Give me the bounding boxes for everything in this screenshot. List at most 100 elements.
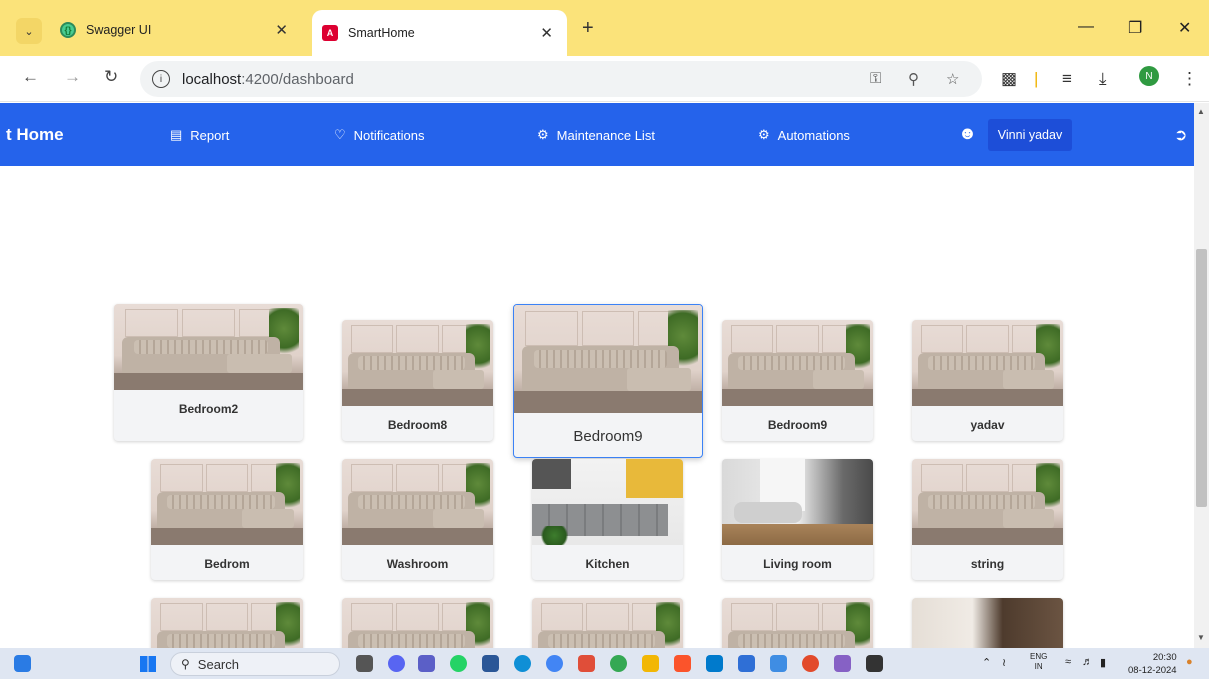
kebab-menu-icon[interactable]: ⋮ bbox=[1181, 69, 1198, 89]
windows-start-icon[interactable] bbox=[140, 656, 156, 672]
store-icon[interactable] bbox=[482, 655, 499, 672]
download-icon[interactable]: ⤓ bbox=[1099, 69, 1107, 89]
chrome-profile-icon[interactable] bbox=[546, 655, 563, 672]
room-image bbox=[151, 459, 303, 545]
room-card[interactable] bbox=[912, 598, 1063, 648]
scroll-up-icon[interactable]: ▲ bbox=[1197, 107, 1205, 116]
bookmark-star-icon[interactable]: ☆ bbox=[946, 70, 959, 88]
zoom-icon[interactable]: ⚲ bbox=[908, 70, 919, 88]
address-bar[interactable]: i localhost:4200/dashboard ⚿ ⚲ ☆ bbox=[140, 61, 982, 97]
logout-icon[interactable]: ➲ bbox=[1174, 125, 1187, 145]
battery-icon[interactable]: ▮ bbox=[1100, 656, 1106, 669]
tab-swagger[interactable]: {} Swagger UI ✕ bbox=[52, 12, 302, 48]
restore-icon[interactable]: ❐ bbox=[1128, 18, 1142, 38]
bell-icon: ♡ bbox=[334, 127, 346, 142]
tab-search-chevron-icon[interactable]: ⌄ bbox=[16, 18, 42, 44]
room-card[interactable] bbox=[532, 598, 683, 648]
photos-icon[interactable] bbox=[770, 655, 787, 672]
room-label: Bedroom2 bbox=[178, 402, 239, 416]
profile-avatar[interactable]: N bbox=[1139, 66, 1159, 86]
visual-studio-icon[interactable] bbox=[834, 655, 851, 672]
vscode-icon[interactable] bbox=[706, 655, 723, 672]
user-icon: ☻ bbox=[958, 123, 977, 143]
close-tab-icon[interactable]: ✕ bbox=[540, 24, 553, 42]
room-card[interactable] bbox=[151, 598, 303, 648]
room-label: Bedroom8 bbox=[387, 418, 448, 432]
dashboard-content: Bedroom2 Bedroom8 Bedroom9 Bedroom9 yada… bbox=[0, 166, 1194, 648]
app-icon[interactable] bbox=[578, 655, 595, 672]
wrench-icon: ⚙ bbox=[537, 127, 549, 142]
search-icon: ⚲ bbox=[181, 657, 190, 671]
nav-report[interactable]: ▤ Report bbox=[170, 127, 229, 143]
edge-icon[interactable] bbox=[514, 655, 531, 672]
task-view-icon[interactable] bbox=[356, 655, 373, 672]
room-label: Washroom bbox=[386, 557, 449, 571]
room-card[interactable]: Bedroom9 bbox=[722, 320, 873, 441]
angular-icon: A bbox=[322, 25, 338, 41]
nav-maintenance-list[interactable]: ⚙ Maintenance List bbox=[537, 127, 655, 143]
close-window-icon[interactable]: ✕ bbox=[1178, 18, 1191, 38]
teams-icon[interactable] bbox=[418, 655, 435, 672]
taskbar-clock[interactable]: 20:30 08-12-2024 bbox=[1128, 651, 1177, 677]
scroll-down-icon[interactable]: ▼ bbox=[1197, 633, 1205, 642]
chevron-up-icon[interactable]: ⌃ bbox=[982, 656, 991, 669]
reading-list-icon[interactable]: ≡ bbox=[1062, 69, 1072, 89]
room-image bbox=[722, 459, 873, 545]
close-tab-icon[interactable]: ✕ bbox=[275, 21, 288, 39]
room-card[interactable] bbox=[722, 598, 873, 648]
url-text: localhost:4200/dashboard bbox=[182, 70, 354, 88]
app-icon[interactable] bbox=[738, 655, 755, 672]
room-card[interactable]: Living room bbox=[722, 459, 873, 580]
brave-icon[interactable] bbox=[674, 655, 691, 672]
room-card[interactable]: Washroom bbox=[342, 459, 493, 580]
room-card-selected[interactable]: Bedroom9 bbox=[513, 304, 703, 458]
room-card[interactable]: Bedrom bbox=[151, 459, 303, 580]
new-tab-plus-icon[interactable]: + bbox=[582, 17, 594, 40]
tab-smarthome[interactable]: A SmartHome ✕ bbox=[312, 10, 567, 56]
extensions-icon[interactable]: ▩ bbox=[1001, 69, 1017, 89]
whatsapp-icon[interactable] bbox=[450, 655, 467, 672]
room-label: Bedrom bbox=[204, 557, 250, 571]
nav-notifications[interactable]: ♡ Notifications bbox=[334, 127, 424, 143]
volume-icon[interactable]: ♬ bbox=[1082, 656, 1093, 668]
forward-arrow-icon[interactable]: → bbox=[64, 67, 81, 87]
room-card[interactable]: yadav bbox=[912, 320, 1063, 441]
room-image bbox=[114, 304, 303, 390]
user-name-button[interactable]: Vinni yadav bbox=[988, 119, 1072, 151]
room-card[interactable]: Bedroom8 bbox=[342, 320, 493, 441]
room-image bbox=[912, 598, 1063, 648]
copilot-icon[interactable]: ≀ bbox=[1002, 656, 1006, 669]
key-icon[interactable]: ⚿ bbox=[870, 70, 881, 87]
room-card[interactable] bbox=[342, 598, 493, 648]
swagger-icon: {} bbox=[60, 22, 76, 38]
wifi-icon[interactable]: ≈ bbox=[1065, 656, 1071, 668]
minimize-icon[interactable]: — bbox=[1078, 18, 1094, 36]
room-card[interactable]: Kitchen bbox=[532, 459, 683, 580]
terminal-icon[interactable] bbox=[866, 655, 883, 672]
nav-automations[interactable]: ⚙ Automations bbox=[758, 127, 850, 143]
room-card[interactable]: string bbox=[912, 459, 1063, 580]
reload-icon[interactable]: ↻ bbox=[104, 67, 118, 87]
page-scrollbar[interactable]: ▲ ▼ bbox=[1194, 103, 1209, 648]
browser-tab-strip: ⌄ {} Swagger UI ✕ A SmartHome ✕ + — ❐ ✕ bbox=[0, 0, 1209, 56]
widgets-icon[interactable] bbox=[14, 655, 31, 672]
tab-title: Swagger UI bbox=[86, 23, 152, 37]
tab-title: SmartHome bbox=[348, 26, 415, 40]
discord-icon[interactable] bbox=[388, 655, 405, 672]
file-explorer-icon[interactable] bbox=[642, 655, 659, 672]
room-card[interactable]: Bedroom2 bbox=[114, 304, 303, 441]
back-arrow-icon[interactable]: ← bbox=[22, 67, 39, 87]
postman-icon[interactable] bbox=[802, 655, 819, 672]
chrome-icon[interactable] bbox=[610, 655, 627, 672]
windows-taskbar: ⚲ Search ⌃ ≀ ENG IN ≈ ♬ ▮ 20:30 08-12-202… bbox=[0, 648, 1209, 679]
report-icon: ▤ bbox=[170, 127, 183, 142]
room-label: Kitchen bbox=[585, 557, 630, 571]
site-info-icon[interactable]: i bbox=[152, 70, 170, 88]
room-image bbox=[342, 320, 493, 406]
brand-title[interactable]: t Home bbox=[6, 125, 64, 145]
room-image bbox=[912, 320, 1063, 406]
notification-bell-icon[interactable]: ● bbox=[1186, 656, 1193, 668]
taskbar-search[interactable]: ⚲ Search bbox=[170, 652, 340, 676]
scrollbar-thumb[interactable] bbox=[1196, 249, 1207, 507]
language-indicator[interactable]: ENG IN bbox=[1030, 652, 1047, 672]
